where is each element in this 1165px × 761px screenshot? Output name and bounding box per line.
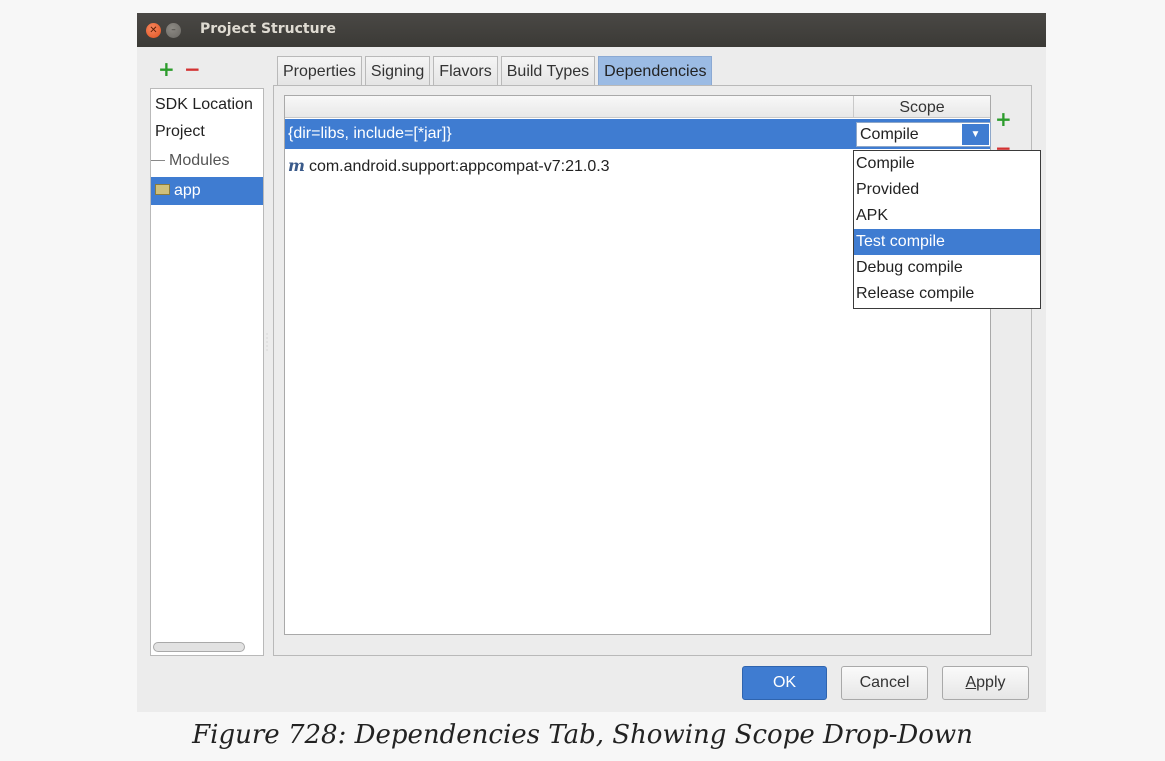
apply-label: pply — [976, 674, 1006, 691]
apply-mnemonic: A — [965, 674, 977, 691]
title-bar: ✕ – Project Structure — [137, 13, 1046, 47]
sidebar-list: SDK Location Project Modules app — [150, 88, 264, 656]
minimize-icon[interactable]: – — [166, 23, 181, 38]
table-row-selected[interactable]: {dir=libs, include=[*jar]} Compile ▼ — [285, 119, 991, 149]
tab-build-types[interactable]: Build Types — [500, 56, 596, 86]
scope-option-test-compile[interactable]: Test compile — [854, 229, 1040, 255]
sidebar-item-project[interactable]: Project — [151, 118, 263, 145]
sidebar-item-app[interactable]: app — [151, 177, 263, 205]
window-title: Project Structure — [200, 21, 336, 37]
splitter-handle[interactable]: · · · · · — [264, 331, 270, 357]
sidebar-section-modules: Modules — [151, 147, 263, 174]
scope-select-value: Compile — [860, 126, 919, 143]
dependency-name: {dir=libs, include=[*jar]} — [288, 125, 452, 142]
scope-option-debug-compile[interactable]: Debug compile — [854, 255, 1040, 281]
maven-icon: m — [288, 156, 305, 175]
chevron-down-icon[interactable]: ▼ — [962, 124, 989, 145]
ok-button[interactable]: OK — [742, 666, 827, 700]
scope-option-release-compile[interactable]: Release compile — [854, 281, 1040, 307]
sidebar-item-sdk-location[interactable]: SDK Location — [151, 91, 263, 118]
horizontal-scrollbar[interactable] — [153, 642, 245, 652]
scope-column-header: Scope — [854, 96, 990, 118]
scope-dropdown-list: Compile Provided APK Test compile Debug … — [853, 150, 1041, 309]
scope-option-apk[interactable]: APK — [854, 203, 1040, 229]
add-dependency-button[interactable]: + — [995, 109, 1012, 129]
tab-properties[interactable]: Properties — [277, 56, 362, 86]
dependency-name: com.android.support:appcompat-v7:21.0.3 — [308, 158, 610, 175]
scope-option-compile[interactable]: Compile — [854, 151, 1040, 177]
tab-bar: Properties Signing Flavors Build Types D… — [277, 56, 715, 86]
sidebar-section-label: Modules — [169, 152, 230, 169]
tab-dependencies[interactable]: Dependencies — [598, 56, 713, 86]
dependency-column-header — [285, 96, 854, 118]
remove-module-button[interactable]: − — [184, 59, 201, 79]
tab-signing[interactable]: Signing — [364, 56, 431, 86]
figure-caption: Figure 728: Dependencies Tab, Showing Sc… — [192, 720, 973, 750]
scope-select[interactable]: Compile ▼ — [856, 122, 991, 147]
apply-button[interactable]: Apply — [942, 666, 1029, 700]
sidebar-item-label: app — [174, 182, 201, 199]
scope-option-provided[interactable]: Provided — [854, 177, 1040, 203]
close-icon[interactable]: ✕ — [146, 23, 161, 38]
add-module-button[interactable]: + — [158, 59, 175, 79]
module-folder-icon — [155, 184, 170, 196]
project-structure-dialog: ✕ – Project Structure + − SDK Location P… — [137, 13, 1046, 712]
tab-flavors[interactable]: Flavors — [433, 56, 498, 86]
section-divider — [151, 160, 165, 162]
cancel-button[interactable]: Cancel — [841, 666, 928, 700]
